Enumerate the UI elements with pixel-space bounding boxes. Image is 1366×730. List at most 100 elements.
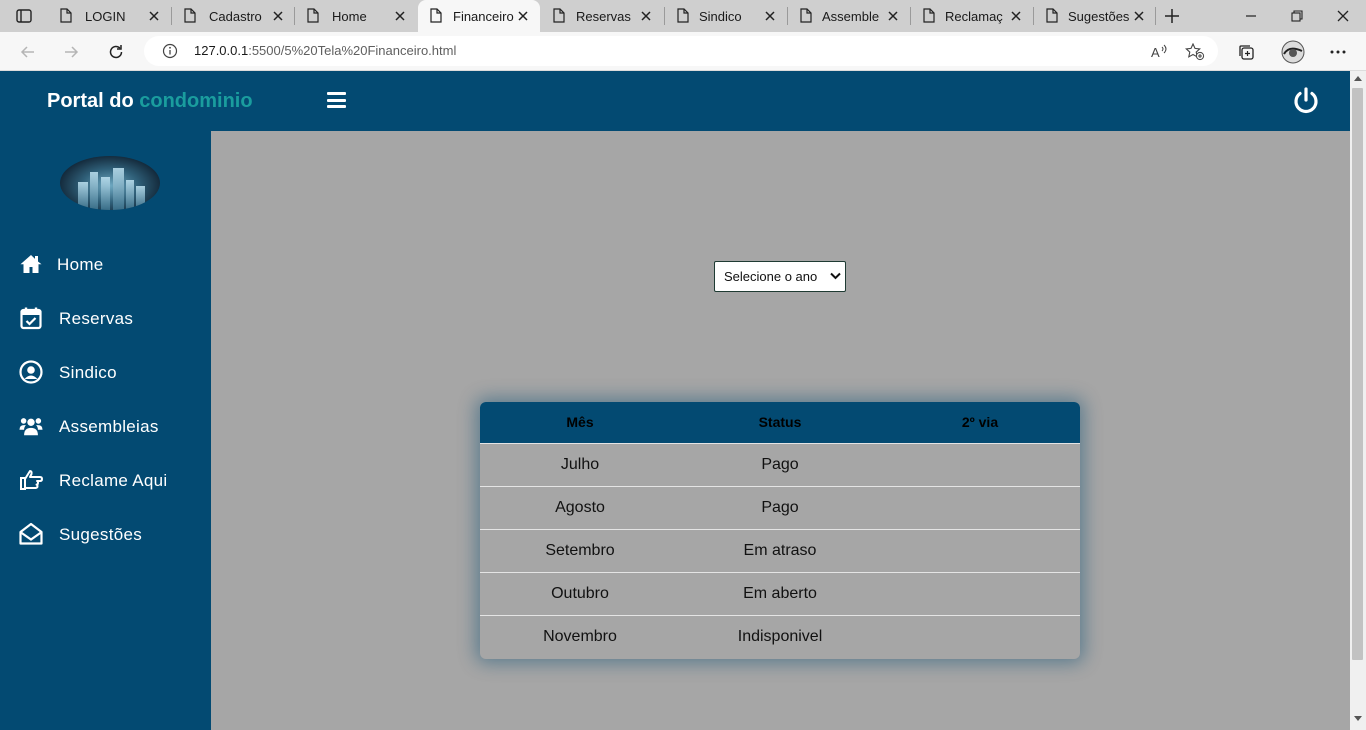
page-icon [184, 8, 196, 23]
minimize-button[interactable] [1228, 0, 1274, 32]
restore-button[interactable] [1274, 0, 1320, 32]
tab-title: Sugestões [1068, 9, 1130, 24]
tab-actions-button[interactable] [10, 5, 38, 27]
close-icon[interactable] [639, 9, 653, 23]
url-text[interactable]: 127.0.0.1:5500/5%20Tela%20Financeiro.htm… [194, 43, 456, 58]
browser-address-bar: 127.0.0.1:5500/5%20Tela%20Financeiro.htm… [0, 32, 1366, 71]
sidebar-item-assembleias[interactable]: Assembleias [0, 406, 211, 446]
scrollbar-thumb[interactable] [1352, 88, 1363, 660]
profile-button[interactable] [1281, 40, 1305, 64]
page-content: Portal do condominio Home Reservas Sindi… [0, 71, 1350, 730]
sidebar-item-label: Sugestões [59, 525, 143, 544]
cell-status: Em atraso [743, 542, 817, 559]
sidebar-item-sindico[interactable]: Sindico [0, 352, 211, 392]
tab-title: Reclamação [945, 9, 1003, 24]
url-path: :5500/5%20Tela%20Financeiro.html [248, 43, 457, 58]
tab-title: Home [332, 9, 367, 24]
read-aloud-button[interactable]: A [1149, 42, 1169, 62]
close-icon[interactable] [1009, 9, 1023, 23]
tab-title: Cadastro [209, 9, 262, 24]
tab-actions-icon [16, 9, 32, 23]
column-header-month: Mês [566, 414, 594, 430]
refresh-icon [109, 45, 123, 59]
close-icon[interactable] [147, 9, 161, 23]
tab-title: Reservas [576, 9, 631, 24]
table-row: Setembro Em atraso [480, 529, 1080, 572]
browser-tab-reservas[interactable]: Reservas [541, 0, 663, 32]
sidebar-item-reclame-aqui[interactable]: Reclame Aqui [0, 460, 211, 500]
column-header-copy: 2º via [961, 414, 999, 430]
scroll-up-icon[interactable] [1354, 75, 1362, 81]
close-icon[interactable] [393, 9, 407, 23]
chevron-down-icon [830, 272, 841, 280]
table-row: Agosto Pago [480, 486, 1080, 529]
more-options-button[interactable] [1326, 40, 1350, 64]
sidebar-item-label: Sindico [59, 363, 117, 382]
sidebar-item-sugestoes[interactable]: Sugestões [0, 514, 211, 554]
year-select[interactable]: Selecione o ano [714, 261, 846, 292]
page-icon [553, 8, 565, 23]
browser-tab-login[interactable]: LOGIN [48, 0, 170, 32]
billing-table: Mês Status 2º via Julho Pago Agosto Pago… [480, 402, 1080, 659]
cell-month: Agosto [555, 499, 605, 516]
profile-avatar-icon [1281, 40, 1305, 64]
arrow-left-icon [20, 46, 34, 58]
arrow-right-icon [65, 46, 79, 58]
add-favorite-button[interactable] [1185, 42, 1205, 62]
cell-status: Pago [761, 456, 799, 473]
tab-title: Sindico [699, 9, 742, 24]
read-aloud-icon: A [1151, 44, 1167, 60]
url-host: 127.0.0.1 [194, 43, 249, 58]
page-icon [923, 8, 935, 23]
users-icon [19, 418, 43, 436]
sidebar-item-home[interactable]: Home [0, 244, 211, 284]
new-tab-icon[interactable] [1162, 6, 1182, 26]
info-icon[interactable] [162, 43, 178, 59]
brand-title[interactable]: Portal do condominio [47, 90, 253, 113]
svg-text:A: A [1151, 45, 1160, 60]
sidebar-item-reservas[interactable]: Reservas [0, 298, 211, 338]
browser-tab-financeiro[interactable]: Financeiro [418, 0, 540, 32]
browser-tab-sindico[interactable]: Sindico [665, 0, 787, 32]
collections-button[interactable] [1234, 40, 1258, 64]
forward-button[interactable] [59, 40, 83, 64]
scroll-down-icon[interactable] [1354, 716, 1362, 722]
close-window-button[interactable] [1320, 0, 1366, 32]
browser-tab-cadastro[interactable]: Cadastro [172, 0, 294, 32]
browser-tab-assembleias[interactable]: Assembleias [788, 0, 910, 32]
close-icon[interactable] [886, 9, 900, 23]
restore-icon [1291, 10, 1303, 22]
table-header: Mês Status 2º via [480, 402, 1080, 443]
column-header-status: Status [758, 414, 802, 430]
page-scrollbar[interactable] [1350, 71, 1366, 730]
collections-icon [1239, 45, 1254, 60]
envelope-open-icon [19, 522, 43, 545]
browser-tab-sugestoes[interactable]: Sugestões [1034, 0, 1156, 32]
page-icon [1046, 8, 1058, 23]
cell-status: Pago [761, 499, 799, 516]
home-icon [20, 255, 42, 273]
close-icon[interactable] [271, 9, 285, 23]
tab-separator [1155, 7, 1156, 25]
cell-status: Em aberto [743, 585, 817, 602]
page-icon [60, 8, 72, 23]
calendar-check-icon [20, 307, 42, 330]
table-row: Outubro Em aberto [480, 572, 1080, 615]
close-icon [1337, 10, 1349, 22]
close-icon[interactable] [1132, 9, 1146, 23]
power-icon[interactable] [1292, 86, 1320, 116]
close-icon[interactable] [763, 9, 777, 23]
user-circle-icon [19, 360, 43, 384]
refresh-button[interactable] [104, 40, 128, 64]
back-button[interactable] [16, 40, 40, 64]
menu-toggle-icon[interactable] [327, 92, 347, 110]
url-bar[interactable]: 127.0.0.1:5500/5%20Tela%20Financeiro.htm… [144, 36, 1218, 66]
close-icon[interactable] [516, 9, 530, 23]
brand-accent: condominio [139, 90, 253, 112]
minimize-icon [1246, 15, 1256, 17]
page-icon [430, 8, 442, 23]
sidebar-item-label: Home [57, 255, 104, 274]
browser-tab-reclamacao[interactable]: Reclamação [911, 0, 1033, 32]
browser-tab-home[interactable]: Home [295, 0, 417, 32]
page-icon [677, 8, 689, 23]
